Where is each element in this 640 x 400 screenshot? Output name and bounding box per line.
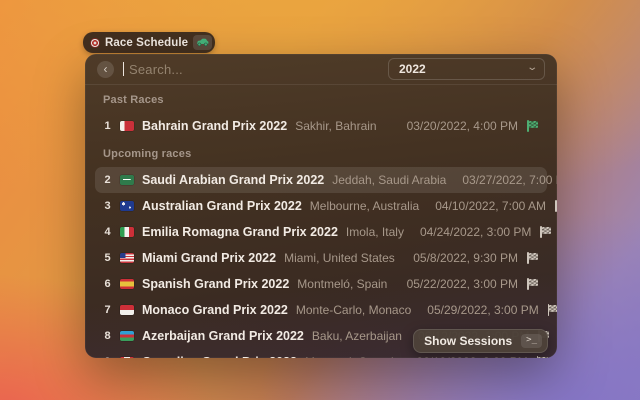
- race-location: Sakhir, Bahrain: [295, 119, 376, 133]
- race-name: Miami Grand Prix 2022: [142, 251, 276, 265]
- race-name: Emilia Romagna Grand Prix 2022: [142, 225, 338, 239]
- country-flag-icon: [120, 121, 134, 131]
- year-dropdown[interactable]: 2022 ⌄: [388, 58, 545, 80]
- race-datetime: 03/20/2022, 4:00 PM: [407, 119, 518, 133]
- race-index: 4: [103, 226, 112, 238]
- race-index: 7: [103, 304, 112, 316]
- race-name: Bahrain Grand Prix 2022: [142, 119, 287, 133]
- show-sessions-button[interactable]: Show Sessions >_: [413, 329, 548, 353]
- race-section: Upcoming races 2 Saudi Arabian Grand Pri…: [95, 139, 547, 358]
- race-list: Past Races 1 Bahrain Grand Prix 2022 Sak…: [85, 85, 557, 358]
- country-flag-icon: [120, 331, 134, 341]
- race-name: Azerbaijan Grand Prix 2022: [142, 329, 304, 343]
- checkered-flag-icon: [526, 278, 539, 290]
- race-name: Saudi Arabian Grand Prix 2022: [142, 173, 324, 187]
- country-flag-icon: [120, 305, 134, 315]
- race-row[interactable]: 6 Spanish Grand Prix 2022 Montmeló, Spai…: [95, 271, 547, 297]
- race-name: Canadian Grand Prix 2022: [142, 355, 297, 358]
- checkered-flag-icon: [547, 304, 557, 316]
- race-datetime: 05/22/2022, 3:00 PM: [407, 277, 518, 291]
- race-location: Montreal, Canada: [305, 355, 400, 358]
- race-index: 2: [103, 174, 112, 186]
- checkered-flag-icon: [536, 356, 549, 358]
- race-index: 9: [103, 356, 112, 358]
- country-flag-icon: [120, 253, 134, 263]
- back-button[interactable]: ‹: [97, 61, 114, 78]
- race-location: Baku, Azerbaijan: [312, 329, 402, 343]
- race-row[interactable]: 7 Monaco Grand Prix 2022 Monte-Carlo, Mo…: [95, 297, 547, 323]
- race-name: Monaco Grand Prix 2022: [142, 303, 288, 317]
- race-location: Miami, United States: [284, 251, 395, 265]
- race-datetime: 04/24/2022, 3:00 PM: [420, 225, 531, 239]
- race-name: Australian Grand Prix 2022: [142, 199, 302, 213]
- chevron-down-icon: ⌄: [526, 62, 538, 73]
- checkered-flag-icon: [526, 120, 539, 132]
- race-datetime: 06/19/2022, 8:00 PM: [416, 355, 527, 358]
- checkered-flag-icon: [539, 226, 552, 238]
- race-index: 1: [103, 120, 112, 132]
- search-bar: ‹ Search... 2022 ⌄: [85, 54, 557, 85]
- race-index: 5: [103, 252, 112, 264]
- race-index: 8: [103, 330, 112, 342]
- race-name: Spanish Grand Prix 2022: [142, 277, 289, 291]
- race-row[interactable]: 4 Emilia Romagna Grand Prix 2022 Imola, …: [95, 219, 547, 245]
- race-location: Imola, Italy: [346, 225, 404, 239]
- race-datetime: 05/8/2022, 9:30 PM: [413, 251, 518, 265]
- year-dropdown-value: 2022: [399, 62, 426, 76]
- text-cursor: [123, 62, 124, 76]
- race-row[interactable]: 2 Saudi Arabian Grand Prix 2022 Jeddah, …: [95, 167, 547, 193]
- race-row[interactable]: 1 Bahrain Grand Prix 2022 Sakhir, Bahrai…: [95, 113, 547, 139]
- car-icon: [193, 35, 212, 50]
- race-index: 3: [103, 200, 112, 212]
- race-row[interactable]: 3 Australian Grand Prix 2022 Melbourne, …: [95, 193, 547, 219]
- race-location: Jeddah, Saudi Arabia: [332, 173, 446, 187]
- section-label: Upcoming races: [95, 139, 547, 167]
- car-icon-glyph: [196, 38, 209, 47]
- window-title: Race Schedule: [105, 37, 188, 49]
- race-datetime: 03/27/2022, 7:00 PM: [462, 173, 557, 187]
- tire-icon: [90, 38, 100, 48]
- country-flag-icon: [120, 279, 134, 289]
- search-input[interactable]: Search...: [129, 62, 379, 77]
- checkered-flag-icon: [554, 200, 557, 212]
- show-sessions-label: Show Sessions: [424, 334, 512, 348]
- race-datetime: 05/29/2022, 3:00 PM: [427, 303, 538, 317]
- chevron-left-icon: ‹: [104, 62, 108, 77]
- window-header-pill[interactable]: Race Schedule: [83, 32, 215, 53]
- country-flag-icon: [120, 357, 134, 358]
- country-flag-icon: [120, 175, 134, 185]
- country-flag-icon: [120, 201, 134, 211]
- race-datetime: 04/10/2022, 7:00 AM: [435, 199, 546, 213]
- race-row[interactable]: 5 Miami Grand Prix 2022 Miami, United St…: [95, 245, 547, 271]
- race-location: Montmeló, Spain: [297, 277, 387, 291]
- section-label: Past Races: [95, 85, 547, 113]
- race-section: Past Races 1 Bahrain Grand Prix 2022 Sak…: [95, 85, 547, 139]
- section-rows: 1 Bahrain Grand Prix 2022 Sakhir, Bahrai…: [95, 113, 547, 139]
- race-location: Melbourne, Australia: [310, 199, 419, 213]
- enter-key-icon: >_: [521, 334, 542, 348]
- race-location: Monte-Carlo, Monaco: [296, 303, 411, 317]
- race-index: 6: [103, 278, 112, 290]
- race-schedule-window: ‹ Search... 2022 ⌄ Past Races 1 Bahrain …: [85, 54, 557, 358]
- country-flag-icon: [120, 227, 134, 237]
- checkered-flag-icon: [526, 252, 539, 264]
